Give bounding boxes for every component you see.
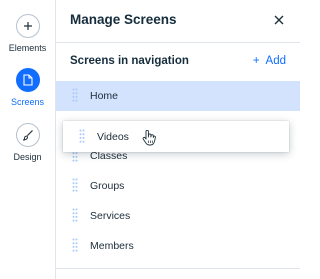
screen-item-services[interactable]: Services [56, 201, 300, 231]
drag-handle-icon[interactable] [79, 129, 85, 148]
drag-handle-icon[interactable] [72, 208, 78, 227]
add-screen-button[interactable]: + Add [253, 55, 286, 67]
page-icon [15, 68, 40, 92]
drag-handle-icon[interactable] [72, 88, 78, 107]
title-divider [56, 42, 300, 43]
add-label: Add [265, 55, 286, 67]
screen-label: Groups [90, 180, 125, 192]
rail-item-design[interactable]: Design [0, 123, 55, 162]
section-title: Screens in navigation [70, 55, 189, 67]
panel-divider [56, 268, 300, 269]
panel-title: Manage Screens [70, 12, 177, 27]
close-icon[interactable] [272, 13, 286, 27]
plus-icon: + [252, 55, 260, 67]
rail-item-screens[interactable]: Screens [0, 68, 55, 107]
rail-label-elements: Elements [8, 43, 47, 53]
hand-cursor-icon [142, 129, 156, 151]
drag-handle-icon[interactable] [72, 178, 78, 197]
screen-label: Members [90, 240, 134, 252]
screen-item-home[interactable]: Home [56, 81, 300, 111]
dragging-screen-item-videos[interactable]: Videos [63, 121, 289, 152]
rail-item-elements[interactable]: Elements [0, 14, 55, 53]
plus-icon [15, 14, 40, 38]
screen-item-members[interactable]: Members [56, 231, 300, 261]
rail-label-screens: Screens [10, 97, 45, 107]
screen-label: Services [90, 210, 131, 222]
rail-label-design: Design [13, 152, 42, 162]
screen-item-groups[interactable]: Groups [56, 171, 300, 201]
screen-label: Videos [97, 131, 129, 143]
brush-icon [15, 123, 40, 147]
drag-handle-icon[interactable] [72, 238, 78, 257]
left-rail: Elements Screens Design [0, 0, 56, 279]
screen-label: Home [90, 90, 119, 102]
